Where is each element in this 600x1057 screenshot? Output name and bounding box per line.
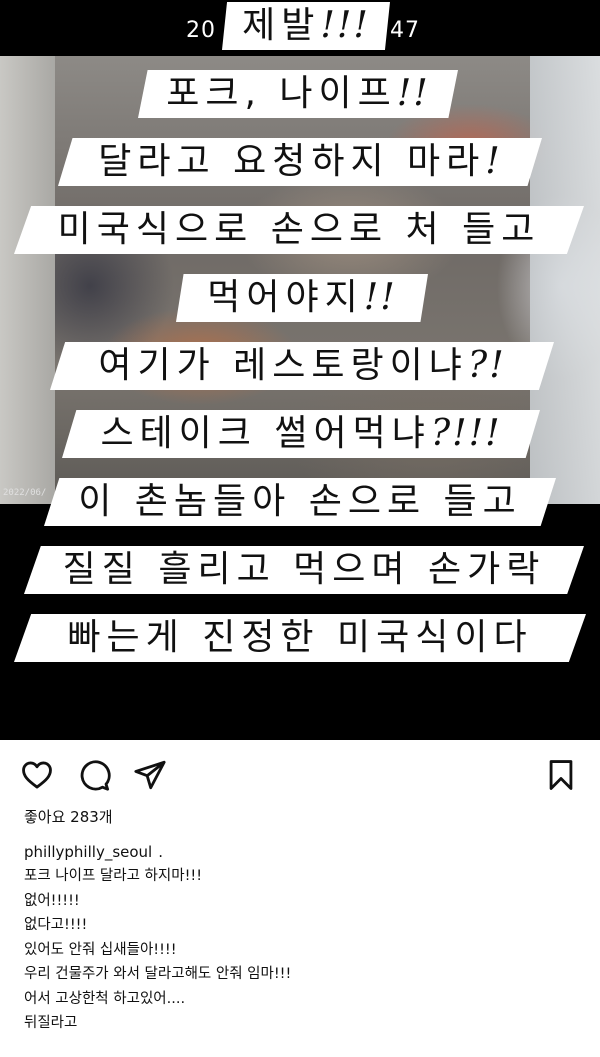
cctv-wall-left (0, 56, 55, 504)
heart-icon[interactable] (20, 758, 54, 792)
caption-line-4: 미국식으로 손으로 처 들고 (14, 206, 584, 254)
caption-line-7: 스테이크 썰어먹냐?!!! (62, 410, 540, 458)
caption-text-line: 없다고!!!! (24, 917, 88, 933)
cctv-window-right (530, 56, 600, 504)
caption-text-line: 어서 고상한척 하고있어.... (24, 990, 186, 1007)
post-caption: phillyphilly_seoul. 포크 나이프 달라고 하지마!!! 없어!… (24, 842, 584, 1036)
caption-text-line: 우리 건물주가 와서 달라고해도 안줘 임마!!! (24, 966, 292, 982)
comment-icon[interactable] (77, 758, 111, 792)
likes-count[interactable]: 좋아요 283개 (24, 806, 113, 827)
bookmark-icon[interactable] (544, 758, 578, 792)
caption-line-10: 빠는게 진정한 미국식이다 (14, 614, 586, 662)
caption-text-line: 포크 나이프 달라고 하지마!!! (24, 868, 203, 884)
caption-text: 포크 나이프 달라고 하지마!!! 없어!!!!! 없다고!!!! 있어도 안줘 십새… (24, 864, 584, 1036)
author-separator: . (158, 843, 163, 861)
caption-text-line: 없어!!!!! (24, 892, 80, 909)
caption-line-9: 질질 흘리고 먹으며 손가락 (24, 546, 584, 594)
post-action-bar (0, 746, 600, 802)
author-username[interactable]: phillyphilly_seoul (24, 843, 152, 861)
caption-line-2: 포크, 나이프!! (138, 70, 458, 118)
caption-text-line: 있어도 안줘 십새들아!!!! (24, 941, 177, 958)
cctv-timestamp-left: 20 (186, 18, 216, 43)
caption-text-line: 뒤질라고 (24, 1015, 78, 1031)
cctv-date-stamp: 2022/06/ (3, 488, 47, 498)
caption-line-3: 달라고 요청하지 마라! (58, 138, 542, 186)
caption-line-6: 여기가 레스토랑이냐?! (50, 342, 554, 390)
post-media[interactable]: 20 47 2022/06/ 제발!!! 포크, 나이프!! 달라고 요청하지 … (0, 0, 600, 740)
post-author: phillyphilly_seoul. (24, 842, 584, 862)
caption-line-5: 먹어야지!! (176, 274, 428, 322)
caption-line-1: 제발!!! (222, 2, 390, 50)
paper-plane-icon[interactable] (133, 758, 167, 792)
cctv-timestamp-right: 47 (390, 18, 420, 43)
caption-line-8: 이 촌놈들아 손으로 들고 (44, 478, 556, 526)
